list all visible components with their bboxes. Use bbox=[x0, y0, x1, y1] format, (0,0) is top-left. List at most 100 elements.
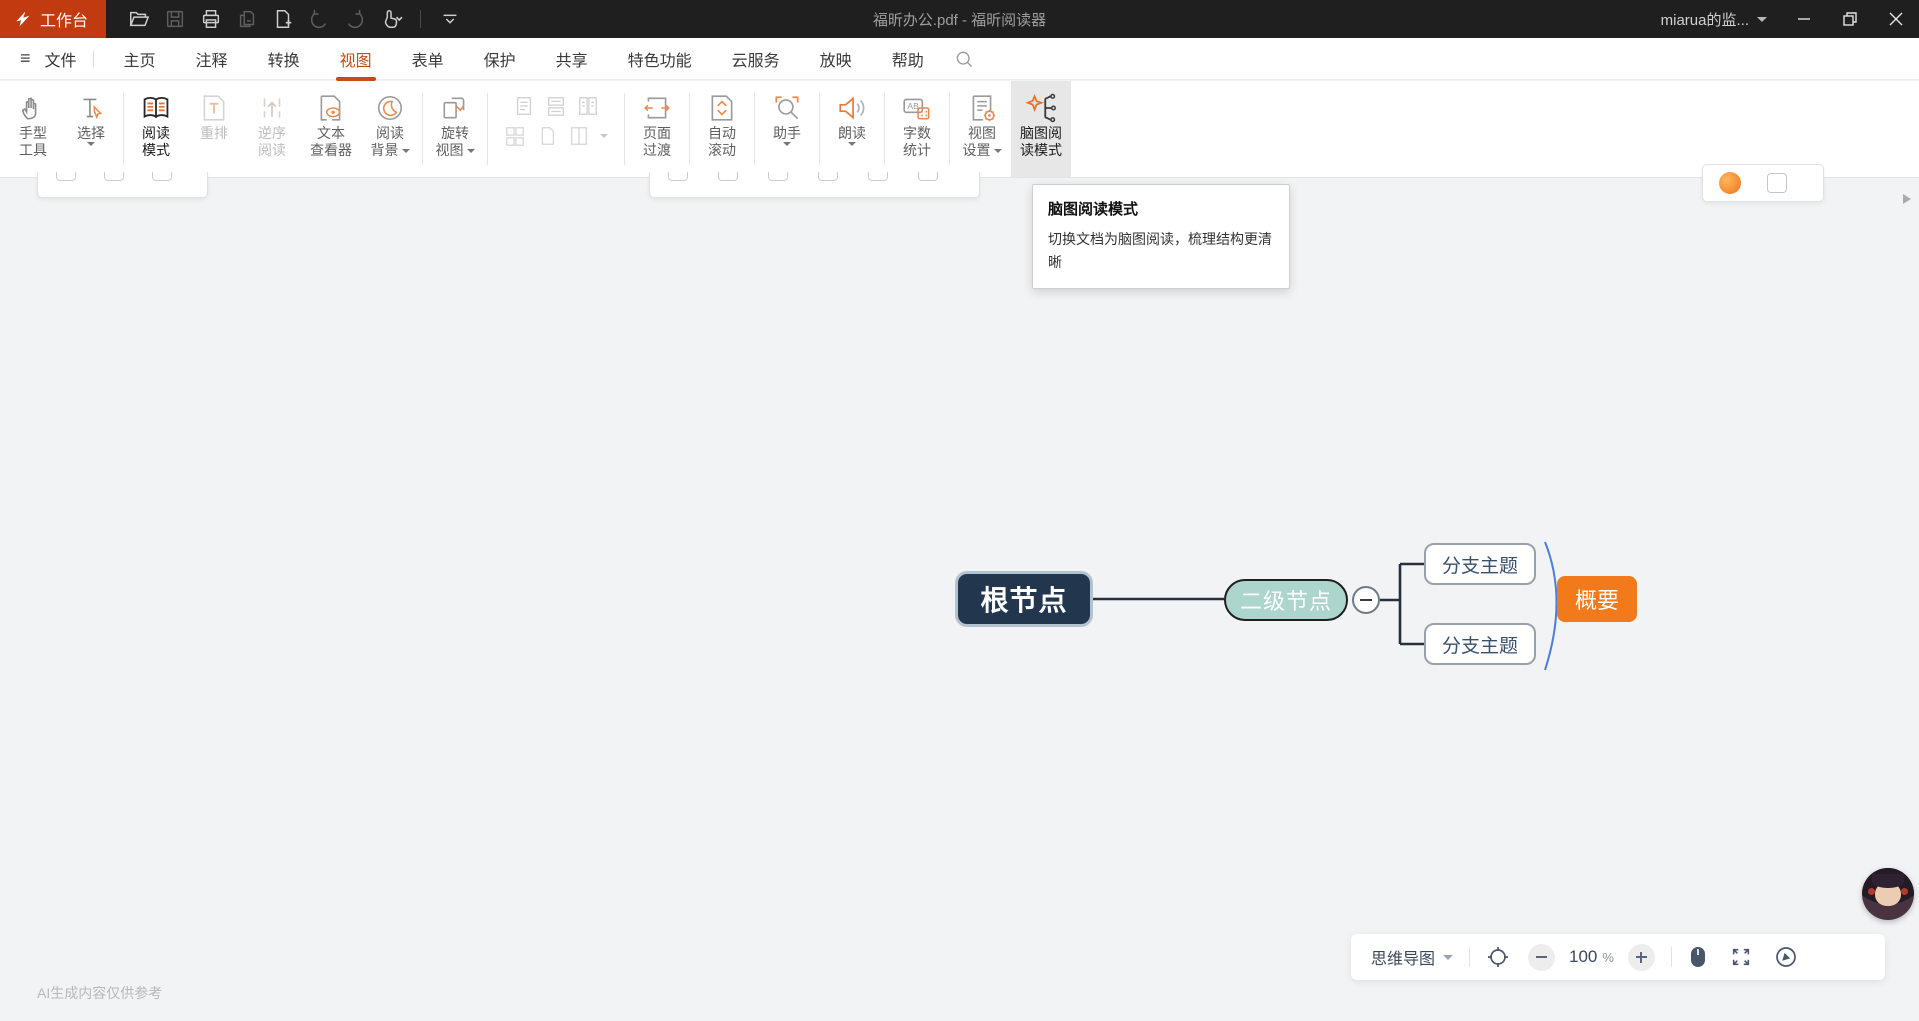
menu-separator bbox=[93, 51, 94, 67]
mindmap-branch-node[interactable]: 分支主题 bbox=[1424, 543, 1536, 585]
page-transition-button[interactable]: 页面 过渡 bbox=[628, 81, 686, 177]
duplicate-page-icon[interactable] bbox=[232, 4, 262, 34]
single-page-layout-icon[interactable] bbox=[513, 95, 535, 117]
ribbon-separator bbox=[754, 93, 755, 165]
reflow-button[interactable]: 重排 bbox=[185, 81, 243, 177]
mindmap-read-mode-button[interactable]: 脑图阅 读模式 bbox=[1011, 81, 1071, 177]
tab-home[interactable]: 主页 bbox=[110, 39, 170, 79]
title-bar: 工作台 福昕办公.pdf - 福昕阅读器 miarua的监... bbox=[0, 0, 1919, 38]
ribbon-separator bbox=[487, 93, 488, 165]
floating-toolbar-partial bbox=[649, 172, 980, 198]
tab-comment[interactable]: 注释 bbox=[182, 39, 242, 79]
moon-clock-icon bbox=[375, 91, 405, 125]
user-avatar[interactable] bbox=[1862, 868, 1914, 920]
page-eye-icon bbox=[316, 91, 346, 125]
text-viewer-button[interactable]: 文本 查看器 bbox=[301, 81, 361, 177]
open-file-icon[interactable] bbox=[124, 4, 154, 34]
new-page-icon[interactable] bbox=[268, 4, 298, 34]
cut-icon-fragment bbox=[104, 172, 124, 181]
auto-scroll-button[interactable]: 自动 滚动 bbox=[693, 81, 751, 177]
view-settings-button[interactable]: 视图 设置 bbox=[953, 81, 1011, 177]
tab-form[interactable]: 表单 bbox=[398, 39, 458, 79]
cut-icon-fragment bbox=[718, 172, 738, 181]
tab-cloud[interactable]: 云服务 bbox=[718, 39, 794, 79]
ai-assistant-icon[interactable] bbox=[1719, 172, 1741, 194]
chevron-down-icon bbox=[1757, 17, 1767, 22]
zoom-out-button[interactable] bbox=[1528, 944, 1555, 971]
tab-view[interactable]: 视图 bbox=[326, 39, 386, 79]
fullscreen-icon[interactable] bbox=[1730, 946, 1752, 968]
zoom-level: 100% bbox=[1569, 947, 1614, 967]
word-count-button[interactable]: AB 字数 统计 bbox=[888, 81, 946, 177]
ribbon-separator bbox=[624, 93, 625, 165]
cut-icon-fragment bbox=[818, 172, 838, 181]
tab-share[interactable]: 共享 bbox=[542, 39, 602, 79]
zoom-in-button[interactable] bbox=[1628, 944, 1655, 971]
menu-item-file[interactable]: 文件 bbox=[39, 43, 83, 75]
undo-icon[interactable] bbox=[304, 4, 334, 34]
view-mode-select[interactable]: 思维导图 bbox=[1371, 945, 1453, 969]
tab-convert[interactable]: 转换 bbox=[254, 39, 314, 79]
tab-protect[interactable]: 保护 bbox=[470, 39, 530, 79]
mindmap-summary-node[interactable]: 概要 bbox=[1557, 576, 1637, 622]
ribbon-separator bbox=[123, 93, 124, 165]
hand-tool-button[interactable]: 手型 工具 bbox=[4, 81, 62, 177]
select-tool-button[interactable]: 选择 bbox=[62, 81, 120, 177]
dropdown-arrow-icon bbox=[87, 142, 95, 146]
document-canvas[interactable]: 脑图阅读模式 切换文档为脑图阅读，梳理结构更清晰 根节点 二级节点 分支主题 分… bbox=[0, 178, 1919, 1021]
floating-toolbar-partial bbox=[37, 172, 208, 198]
rotate-view-button[interactable]: 旋转 视图 bbox=[426, 81, 484, 177]
dropdown-arrow-icon bbox=[402, 149, 410, 153]
collapse-node-button[interactable] bbox=[1352, 586, 1380, 614]
reading-background-button[interactable]: 阅读 背景 bbox=[361, 81, 419, 177]
account-menu[interactable]: miarua的监... bbox=[1647, 9, 1781, 30]
read-aloud-button[interactable]: 朗读 bbox=[823, 81, 881, 177]
mindmap-root-node[interactable]: 根节点 bbox=[958, 574, 1090, 624]
rotate-pages-icon bbox=[440, 91, 470, 125]
collapse-panel-arrow[interactable] bbox=[1903, 194, 1911, 204]
search-icon[interactable] bbox=[954, 49, 974, 69]
mindmap-branch-node[interactable]: 分支主题 bbox=[1424, 623, 1536, 665]
tooltip-body: 切换文档为脑图阅读，梳理结构更清晰 bbox=[1048, 228, 1274, 274]
mindmap-tooltip: 脑图阅读模式 切换文档为脑图阅读，梳理结构更清晰 bbox=[1032, 184, 1290, 289]
hamburger-icon[interactable]: ≡ bbox=[20, 48, 31, 69]
auto-scroll-icon bbox=[707, 91, 737, 125]
mindmap-sparkle-icon bbox=[1024, 91, 1058, 125]
facing-continuous-layout-icon[interactable] bbox=[504, 125, 526, 147]
print-icon[interactable] bbox=[196, 4, 226, 34]
redo-icon[interactable] bbox=[340, 4, 370, 34]
split-view-layout-icon[interactable] bbox=[568, 125, 590, 147]
tab-present[interactable]: 放映 bbox=[806, 39, 866, 79]
facing-layout-icon[interactable] bbox=[577, 95, 599, 117]
ribbon-separator bbox=[949, 93, 950, 165]
tab-features[interactable]: 特色功能 bbox=[614, 39, 706, 79]
continuous-layout-icon[interactable] bbox=[545, 95, 567, 117]
chevron-down-icon bbox=[1443, 955, 1453, 960]
speaker-icon bbox=[836, 91, 868, 125]
cover-page-layout-icon[interactable] bbox=[536, 125, 558, 147]
cut-icon-fragment bbox=[668, 172, 688, 181]
ribbon-toolbar: 手型 工具 选择 阅读 模式 重排 逆序 阅读 文本 查看器 bbox=[0, 81, 1919, 178]
workspace-button[interactable]: 工作台 bbox=[0, 0, 106, 38]
book-icon bbox=[140, 91, 172, 125]
view-mode-label: 思维导图 bbox=[1371, 945, 1435, 969]
tab-help[interactable]: 帮助 bbox=[878, 39, 938, 79]
mouse-mode-icon[interactable] bbox=[1688, 945, 1708, 969]
hand-icon bbox=[18, 91, 48, 125]
assistant-button[interactable]: 助手 bbox=[758, 81, 816, 177]
cut-icon-fragment bbox=[868, 172, 888, 181]
collapse-toolbar-icon[interactable] bbox=[435, 4, 465, 34]
mindmap-second-node[interactable]: 二级节点 bbox=[1224, 579, 1348, 621]
minimize-button[interactable] bbox=[1781, 0, 1827, 38]
locate-center-icon[interactable] bbox=[1486, 945, 1510, 969]
touch-mode-icon[interactable] bbox=[376, 4, 406, 34]
navigate-compass-icon[interactable] bbox=[1774, 945, 1798, 969]
close-button[interactable] bbox=[1873, 0, 1919, 38]
ribbon-separator bbox=[689, 93, 690, 165]
reverse-reading-button[interactable]: 逆序 阅读 bbox=[243, 81, 301, 177]
toolbar-divider bbox=[1469, 947, 1470, 967]
menu-bar: ≡ 文件 主页 注释 转换 视图 表单 保护 共享 特色功能 云服务 放映 帮助 bbox=[0, 38, 1919, 80]
restore-button[interactable] bbox=[1827, 0, 1873, 38]
read-mode-button[interactable]: 阅读 模式 bbox=[127, 81, 185, 177]
save-icon[interactable] bbox=[160, 4, 190, 34]
